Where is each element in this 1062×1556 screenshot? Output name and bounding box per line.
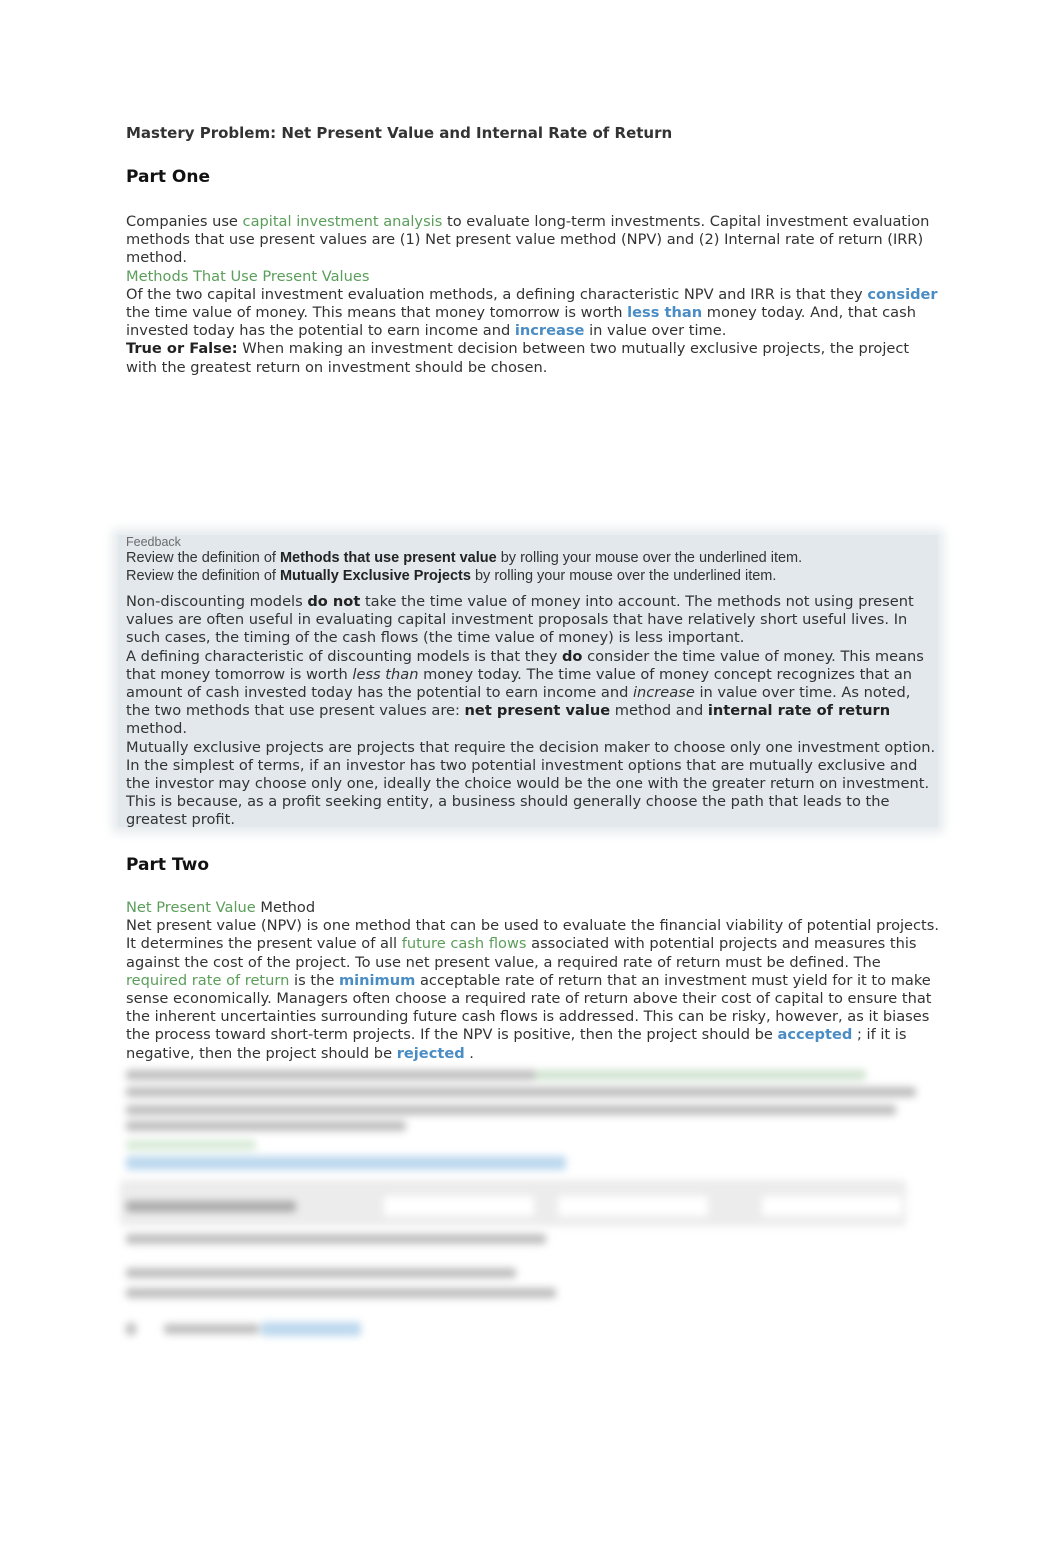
answer-minimum[interactable]: minimum — [339, 972, 415, 989]
feedback-text: by rolling your mouse over the underline… — [470, 568, 777, 584]
methods-present-values-link[interactable]: Methods That Use Present Values — [126, 268, 369, 285]
obscured-input — [558, 1196, 708, 1216]
obscured-line — [164, 1324, 259, 1334]
text: . — [464, 1044, 474, 1062]
feedback-text: by rolling your mouse over the underline… — [496, 550, 803, 566]
feedback-paragraph-1: Non-discounting models do not take the t… — [126, 593, 938, 648]
text: is the — [289, 971, 339, 989]
true-false-question: When making an investment decision betwe… — [126, 340, 910, 376]
required-rate-of-return-link[interactable]: required rate of return — [126, 972, 289, 989]
feedback-review-line-2: Review the definition of Mutually Exclus… — [126, 568, 776, 584]
net-present-value-link[interactable]: Net Present Value — [126, 899, 256, 916]
obscured-line — [126, 1087, 916, 1097]
feedback-term: Methods that use present value — [279, 550, 497, 566]
obscured-line — [126, 1268, 516, 1278]
question-text: Of the two capital investment evaluation… — [126, 285, 868, 303]
intro-text: Companies use — [126, 213, 243, 230]
feedback-text: Review the definition of — [126, 550, 280, 566]
text: A defining characteristic of discounting… — [126, 647, 562, 665]
answer-accepted[interactable]: accepted — [778, 1026, 853, 1043]
emphasis: net present value — [464, 702, 611, 720]
obscured-line — [126, 1121, 406, 1131]
obscured-input — [762, 1196, 902, 1216]
obscured-content — [120, 1068, 942, 1348]
page-title: Mastery Problem: Net Present Value and I… — [126, 124, 673, 142]
section-suffix: Method — [255, 899, 316, 916]
emphasis: do not — [307, 593, 361, 610]
obscured-line — [126, 1070, 536, 1080]
emphasis: less than — [352, 665, 419, 683]
feedback-paragraph-2: A defining characteristic of discounting… — [126, 648, 938, 739]
obscured-line — [126, 1288, 556, 1298]
question-text: the time value of money. This means that… — [126, 304, 628, 322]
capital-investment-analysis-link[interactable]: capital investment analysis — [243, 213, 443, 230]
answer-less-than[interactable]: less than — [627, 304, 702, 321]
feedback-explanation: Non-discounting models do not take the t… — [126, 593, 938, 830]
emphasis: internal rate of return — [707, 702, 891, 720]
answer-rejected[interactable]: rejected — [397, 1045, 465, 1062]
answer-consider[interactable]: consider — [867, 286, 937, 303]
feedback-label: Feedback — [126, 535, 181, 549]
future-cash-flows-link[interactable]: future cash flows — [402, 935, 527, 952]
true-false-label: True or False: — [126, 340, 238, 358]
answer-increase[interactable]: increase — [515, 322, 585, 339]
feedback-text: Review the definition of — [126, 568, 280, 584]
question-text: in value over time. — [584, 322, 727, 340]
feedback-panel: Feedback Review the definition of Method… — [118, 535, 938, 830]
text: Non-discounting models — [126, 593, 308, 610]
text: method and — [610, 702, 708, 720]
obscured-label — [126, 1201, 296, 1212]
obscured-link — [126, 1156, 566, 1170]
obscured-link — [536, 1070, 866, 1080]
feedback-paragraph-3: Mutually exclusive projects are projects… — [126, 738, 936, 829]
obscured-link — [126, 1140, 256, 1150]
obscured-radio — [126, 1323, 136, 1335]
obscured-input — [384, 1196, 534, 1216]
part-one-intro: Companies use capital investment analysi… — [126, 213, 942, 377]
obscured-link — [261, 1322, 361, 1336]
part-two-body: Net Present Value Method Net present val… — [126, 899, 942, 1063]
feedback-term: Mutually Exclusive Projects — [279, 568, 471, 584]
part-two-heading: Part Two — [126, 855, 210, 875]
obscured-line — [126, 1105, 896, 1115]
text: method. — [126, 720, 187, 738]
feedback-review-line-1: Review the definition of Methods that us… — [126, 550, 802, 566]
obscured-line — [126, 1234, 546, 1244]
emphasis: increase — [632, 684, 695, 702]
part-one-heading: Part One — [126, 167, 210, 187]
emphasis: do — [561, 647, 583, 665]
